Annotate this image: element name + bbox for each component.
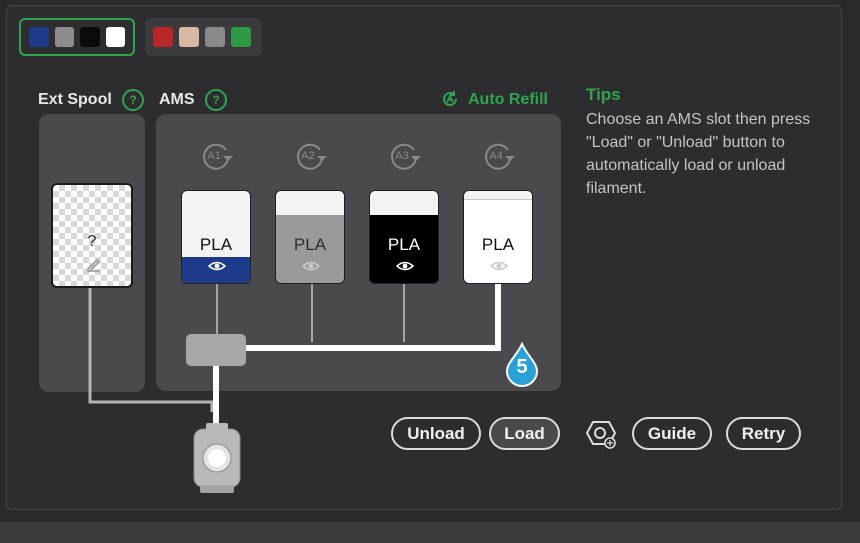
eye-icon (489, 261, 509, 271)
rotate-arrow-icon[interactable]: A4 (481, 138, 515, 172)
slot-material: PLA (199, 235, 233, 254)
eye-icon (395, 261, 415, 271)
hub (186, 334, 246, 366)
tips-text: Choose an AMS slot then press "Load" or … (586, 111, 811, 197)
rotate-arrow-icon[interactable]: A1 (199, 138, 233, 172)
ams-slot-a1[interactable]: PLA (181, 190, 251, 284)
eye-icon (301, 261, 321, 271)
eye-icon (207, 261, 227, 271)
humidity-level: 5 (516, 356, 528, 378)
tips-title: Tips (586, 85, 621, 104)
ams-slot-a2[interactable]: PLA (275, 190, 345, 284)
ams-slot-a4[interactable]: PLA (463, 190, 533, 284)
unload-button[interactable]: Unload (391, 417, 481, 450)
slot-material: PLA (387, 235, 421, 254)
edit-icon (87, 258, 101, 272)
slot-material: PLA (481, 235, 515, 254)
ams-slot-a3[interactable]: PLA (369, 190, 439, 284)
load-button[interactable]: Load (489, 417, 560, 450)
ext-spool[interactable]: ? (51, 183, 133, 288)
rotate-arrow-icon[interactable]: A3 (387, 138, 421, 172)
guide-button[interactable]: Guide (632, 417, 712, 450)
slot-material: PLA (293, 235, 327, 254)
slot-id: A1 (207, 150, 220, 162)
spool-top (464, 191, 532, 200)
nozzle-settings-icon[interactable] (583, 416, 619, 452)
slot-id: A2 (301, 150, 314, 162)
spool-top (276, 191, 344, 215)
spool-top (370, 191, 438, 215)
rotate-arrow-icon[interactable]: A2 (293, 138, 327, 172)
slot-id: A4 (489, 150, 502, 162)
retry-button[interactable]: Retry (726, 417, 801, 450)
extruder-icon (193, 423, 241, 493)
ext-spool-mark: ? (87, 233, 97, 250)
slot-id: A3 (395, 150, 408, 162)
